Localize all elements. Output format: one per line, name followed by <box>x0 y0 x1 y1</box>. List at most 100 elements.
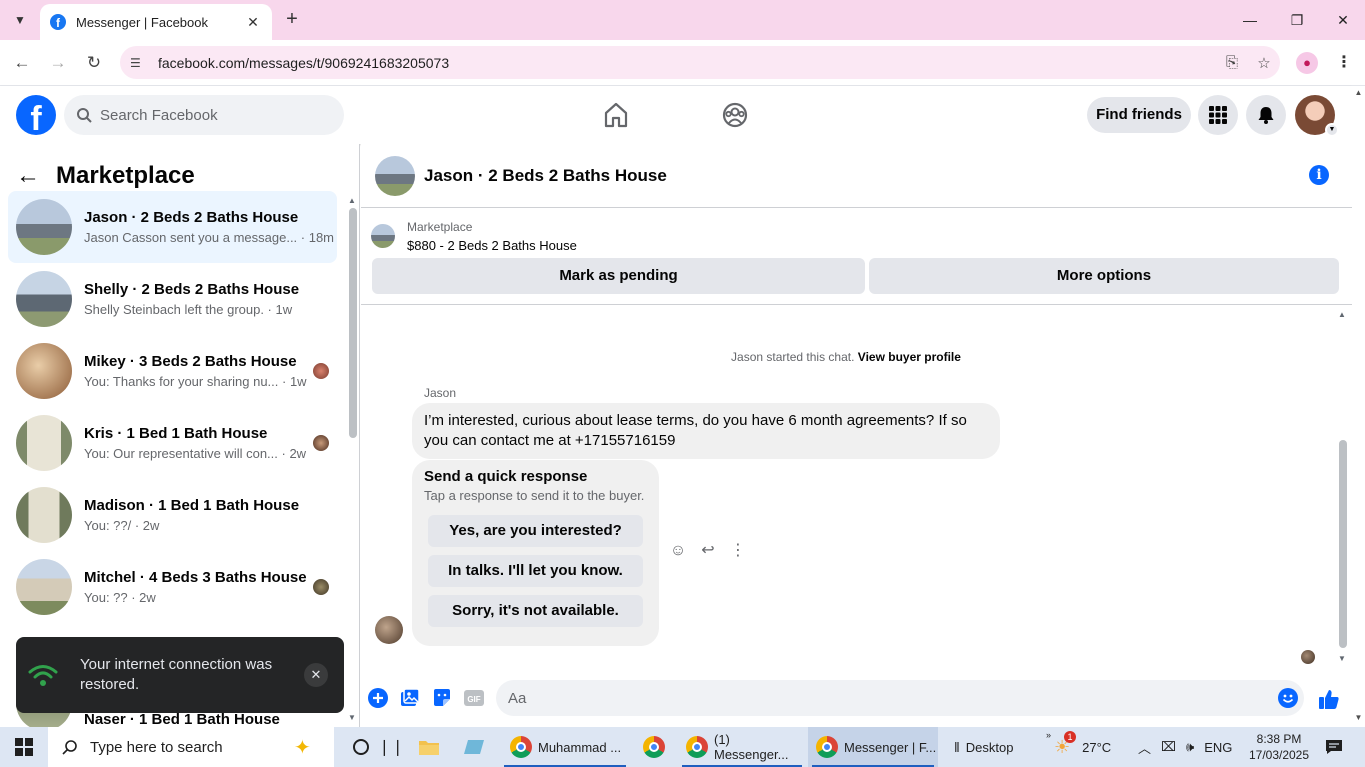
volume-icon[interactable]: 🕪 <box>1186 739 1194 755</box>
sidebar-scrollbar[interactable]: ▲ ▼ <box>347 196 357 723</box>
chat-title[interactable]: Jason · 2 Beds 2 Baths House <box>424 166 667 186</box>
scroll-down-icon[interactable]: ▼ <box>1336 654 1348 663</box>
scrollbar-thumb[interactable] <box>349 208 357 438</box>
facebook-search[interactable] <box>64 95 344 135</box>
menu-grid-button[interactable] <box>1198 95 1238 135</box>
notifications-button[interactable] <box>1246 95 1286 135</box>
notification-center-icon[interactable] <box>1324 727 1344 767</box>
close-tab-icon[interactable]: ✕ <box>244 14 262 31</box>
sender-avatar[interactable] <box>375 616 403 644</box>
task-view-icon[interactable] <box>350 727 372 767</box>
gif-icon[interactable]: GIF <box>464 688 484 708</box>
page-scrollbar[interactable]: ▲ ▼ <box>1352 86 1365 727</box>
site-info-icon[interactable]: ☰ <box>130 56 148 70</box>
taskbar-chrome[interactable] <box>636 727 672 767</box>
conversation-item[interactable]: Madison · 1 Bed 1 Bath House You: ??/ · 2… <box>8 479 337 551</box>
taskbar-search-input[interactable] <box>90 738 250 756</box>
listing-thumbnail <box>371 224 395 248</box>
conversation-name: Jason · 2 Beds 2 Baths House <box>84 209 299 226</box>
network-icon[interactable]: ⌧ <box>1161 739 1176 755</box>
conversation-preview: Shelly Steinbach left the group. · 1w <box>84 302 293 317</box>
conversation-preview: You: Thanks for your sharing nu... · 1w <box>84 374 307 389</box>
like-thumbs-up-icon[interactable] <box>1318 688 1340 710</box>
quick-response-option[interactable]: Yes, are you interested? <box>428 515 643 547</box>
url-text[interactable]: facebook.com/messages/t/9069241683205073 <box>158 55 1216 71</box>
message-input[interactable] <box>508 689 1248 707</box>
groups-icon[interactable] <box>720 100 750 130</box>
scroll-down-icon[interactable]: ▼ <box>347 713 357 722</box>
conversation-preview: You: ?? · 2w <box>84 590 156 605</box>
taskbar-chrome-window-1[interactable]: Muhammad ... <box>500 727 630 767</box>
search-input[interactable] <box>100 106 320 124</box>
emoji-icon[interactable] <box>1278 688 1298 708</box>
message-input-box[interactable] <box>496 680 1304 716</box>
weather-widget[interactable]: ☀ 1 27°C <box>1054 727 1124 767</box>
chat-thumbnail[interactable] <box>375 155 415 196</box>
close-window-icon[interactable]: ✕ <box>1331 8 1355 32</box>
forward-arrow-icon[interactable]: → <box>46 51 70 75</box>
conversation-name: Shelly · 2 Beds 2 Baths House <box>84 281 300 298</box>
reload-icon[interactable]: ↻ <box>82 51 106 75</box>
reply-icon[interactable]: ↩ <box>699 542 717 560</box>
more-vertical-icon[interactable]: ⋮ <box>729 542 747 560</box>
info-icon[interactable]: i <box>1309 165 1329 185</box>
browser-tab-messenger[interactable]: f Messenger | Facebook ✕ <box>40 4 272 40</box>
bookmark-star-icon[interactable]: ☆ <box>1248 54 1280 72</box>
more-options-button[interactable]: More options <box>869 258 1339 294</box>
scroll-up-icon[interactable]: ▲ <box>347 196 357 205</box>
browser-menu-icon[interactable]: ⋮ <box>1334 52 1354 74</box>
sticker-icon[interactable] <box>432 688 452 708</box>
quick-response-option[interactable]: In talks. I'll let you know. <box>428 555 643 587</box>
plus-circle-icon[interactable] <box>368 688 388 708</box>
windows-start-button[interactable] <box>0 727 48 767</box>
search-highlight-sparkle-icon[interactable]: ✦ <box>294 735 311 760</box>
listing-summary[interactable]: Marketplace $880 - 2 Beds 2 Baths House <box>371 216 1341 256</box>
task-view-bars-icon[interactable]: ❘❘ <box>378 727 405 767</box>
clock-time: 8:38 PM <box>1256 732 1302 746</box>
taskbar-search[interactable]: ✦ <box>48 727 334 767</box>
message-bubble[interactable]: I’m interested, curious about lease term… <box>412 403 1000 459</box>
chat-pane: Jason · 2 Beds 2 Baths House i Marketpla… <box>361 144 1352 727</box>
conversation-item[interactable]: Mikey · 3 Beds 2 Baths House You: Thanks … <box>8 335 337 407</box>
chat-scrollbar[interactable]: ▲ ▼ <box>1336 310 1348 666</box>
back-arrow-icon[interactable]: ← <box>16 162 48 190</box>
scrollbar-thumb[interactable] <box>1339 440 1347 648</box>
facebook-logo-icon[interactable]: f <box>16 95 56 135</box>
quick-response-option[interactable]: Sorry, it's not available. <box>428 595 643 627</box>
back-arrow-icon[interactable]: ← <box>10 51 34 75</box>
weather-temp: 27°C <box>1082 739 1112 755</box>
react-emoji-icon[interactable]: ☺ <box>669 542 687 560</box>
restore-icon[interactable]: ❐ <box>1285 8 1309 32</box>
close-toast-icon[interactable]: ✕ <box>304 663 328 687</box>
taskbar-chrome-window-2[interactable]: (1) Messenger... <box>678 727 806 767</box>
photo-icon[interactable] <box>400 688 420 708</box>
lang-indicator[interactable]: ENG <box>1204 740 1232 755</box>
browser-profile-icon[interactable]: ● <box>1296 52 1318 74</box>
conversation-item[interactable]: Shelly · 2 Beds 2 Baths House Shelly Stei… <box>8 263 337 335</box>
app-icon[interactable] <box>460 727 490 767</box>
home-icon[interactable] <box>601 100 631 130</box>
conversation-item[interactable]: Kris · 1 Bed 1 Bath House You: Our repres… <box>8 407 337 479</box>
scroll-up-icon[interactable]: ▲ <box>1352 88 1365 97</box>
new-tab-plus-icon[interactable]: + <box>282 8 302 32</box>
address-bar[interactable]: ☰ facebook.com/messages/t/90692416832050… <box>120 46 1280 79</box>
clock-date: 17/03/2025 <box>1248 748 1310 762</box>
conversation-item[interactable]: Mitchel · 4 Beds 3 Baths House You: ?? · … <box>8 551 337 623</box>
desktop-toolbar[interactable]: ‖ Desktop <box>948 727 1018 767</box>
view-buyer-profile-link[interactable]: View buyer profile <box>858 350 961 364</box>
tab-search-chevron-icon[interactable]: ▼ <box>8 8 32 32</box>
clock[interactable]: 8:38 PM 17/03/2025 <box>1248 727 1310 767</box>
mark-as-pending-button[interactable]: Mark as pending <box>372 258 865 294</box>
scroll-up-icon[interactable]: ▲ <box>1336 310 1348 319</box>
taskbar-chrome-window-3[interactable]: Messenger | F... <box>808 727 938 767</box>
account-chevron-down-icon[interactable]: ▼ <box>1325 123 1339 137</box>
minimize-icon[interactable]: — <box>1238 8 1262 32</box>
file-explorer-icon[interactable] <box>414 727 444 767</box>
facebook-favicon-icon: f <box>50 14 66 30</box>
find-friends-button[interactable]: Find friends <box>1087 97 1191 133</box>
install-app-icon[interactable]: ⎘ <box>1216 54 1248 71</box>
conversation-item[interactable]: Jason · 2 Beds 2 Baths House Jason Casson… <box>8 191 337 263</box>
scroll-down-icon[interactable]: ▼ <box>1352 713 1365 722</box>
tray-chevron-up-icon[interactable]: ︿ <box>1138 738 1151 757</box>
account-avatar[interactable]: ▼ <box>1295 95 1339 137</box>
